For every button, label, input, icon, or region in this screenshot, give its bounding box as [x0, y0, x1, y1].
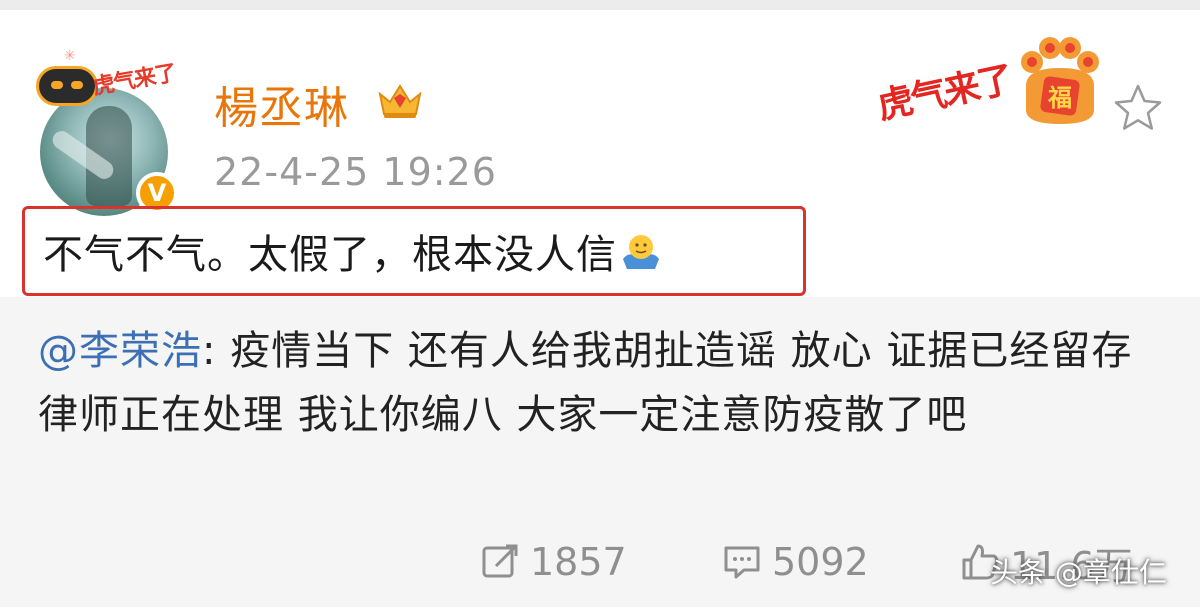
shrug-emoji-icon — [623, 235, 659, 269]
watermark: 头条 @章仕仁 — [990, 556, 1167, 589]
repost-icon — [482, 544, 518, 578]
sparkle-icon: ✳ — [64, 48, 76, 64]
mention-link[interactable]: @李荣浩 — [38, 328, 202, 374]
top-separator — [0, 0, 1200, 10]
post-text: 不气不气。太假了，根本没人信 — [43, 232, 617, 278]
festival-text: 虎气来了 — [873, 59, 1016, 128]
comment-button[interactable]: 5092 — [722, 537, 869, 587]
festival-decoration: 虎气来了 福 — [872, 22, 1112, 132]
quoted-post[interactable]: @李荣浩: 疫情当下 还有人给我胡扯造谣 放心 证据已经留存 律师正在处理 我让… — [0, 297, 1200, 607]
post-timestamp: 22-4-25 19:26 — [214, 150, 497, 194]
crown-icon[interactable] — [376, 82, 424, 120]
repost-count: 1857 — [530, 540, 627, 584]
tiger-paw-icon: 福 — [1021, 37, 1099, 124]
avatar-group[interactable]: ✳ 虎气来了 V — [36, 48, 178, 216]
favorite-star-icon[interactable] — [1110, 80, 1166, 136]
post-text-highlight: 不气不气。太假了，根本没人信 — [22, 206, 806, 296]
comment-count: 5092 — [772, 540, 869, 584]
quoted-body: : 疫情当下 还有人给我胡扯造谣 放心 证据已经留存 律师正在处理 我让你编八 … — [38, 328, 1133, 438]
quoted-post-text: @李荣浩: 疫情当下 还有人给我胡扯造谣 放心 证据已经留存 律师正在处理 我让… — [38, 319, 1158, 447]
tiger-icon — [36, 66, 98, 106]
avatar-badge-text: 虎气来了 — [90, 60, 178, 101]
weibo-post: ✳ 虎气来了 V 楊丞琳 22-4-25 19:26 虎气来了 福 不气不气。太… — [0, 10, 1200, 297]
comment-icon — [724, 546, 760, 579]
repost-button[interactable]: 1857 — [480, 537, 627, 587]
paw-fu-text: 福 — [1047, 84, 1072, 112]
username[interactable]: 楊丞琳 — [214, 72, 349, 136]
